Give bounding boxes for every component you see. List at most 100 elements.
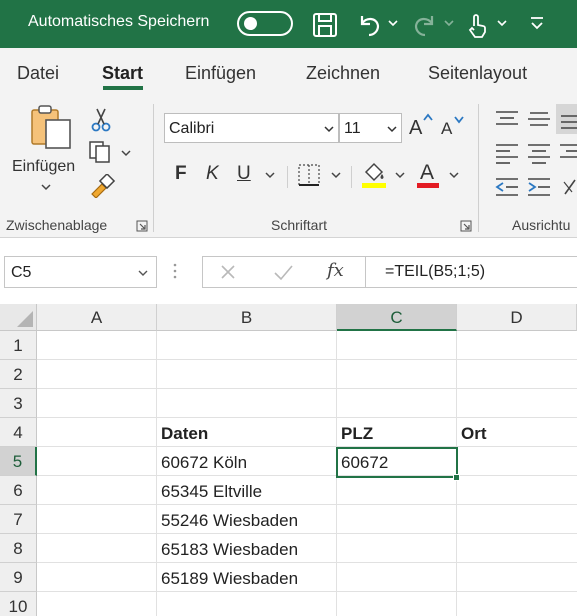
row-header-7[interactable]: 7	[0, 505, 37, 534]
font-size-select[interactable]: 11	[339, 113, 402, 143]
svg-text:A: A	[441, 119, 453, 138]
fill-color-dropdown-chevron-icon[interactable]	[394, 170, 406, 180]
formula-bar-separator	[365, 256, 366, 288]
name-box[interactable]: C5	[4, 256, 157, 288]
touch-mode-dropdown-chevron-icon[interactable]	[495, 16, 509, 30]
increase-font-size-icon[interactable]: A	[408, 112, 434, 138]
cell-b7[interactable]: 55246 Wiesbaden	[161, 511, 298, 531]
underline-dropdown-chevron-icon[interactable]	[264, 170, 276, 180]
column-header-d[interactable]: D	[457, 304, 577, 331]
tab-seitenlayout[interactable]: Seitenlayout	[428, 63, 527, 84]
clipboard-dialog-launcher-icon[interactable]	[136, 220, 148, 232]
align-bottom-button[interactable]	[556, 104, 577, 134]
cut-icon[interactable]	[90, 106, 112, 132]
format-painter-icon[interactable]	[88, 174, 116, 198]
gridline	[37, 591, 577, 592]
paste-dropdown-chevron-icon[interactable]	[40, 182, 52, 192]
svg-text:A: A	[409, 117, 423, 138]
confirm-entry-icon[interactable]	[272, 262, 294, 282]
cell-b5[interactable]: 60672 Köln	[161, 453, 247, 473]
select-all-triangle-icon	[17, 311, 33, 327]
align-top-icon[interactable]	[494, 108, 520, 130]
worksheet-grid: A B C D 1 2 3 4 5 6 7 8 9 10 Daten PLZ O…	[0, 304, 577, 616]
autosave-label: Automatisches Speichern	[28, 13, 210, 30]
row-header-10[interactable]: 10	[0, 592, 37, 616]
gridline	[37, 417, 577, 418]
orientation-icon[interactable]	[562, 176, 577, 198]
font-color-icon[interactable]: A	[414, 158, 442, 190]
align-right-icon[interactable]	[558, 142, 577, 164]
cell-b8[interactable]: 65183 Wiesbaden	[161, 540, 298, 560]
align-left-icon[interactable]	[494, 142, 520, 164]
insert-function-icon[interactable]: fx	[327, 260, 344, 281]
row-header-4[interactable]: 4	[0, 418, 37, 447]
paste-icon[interactable]	[26, 102, 74, 152]
row-header-3[interactable]: 3	[0, 389, 37, 418]
save-icon[interactable]	[312, 12, 338, 38]
undo-icon[interactable]	[356, 12, 382, 38]
gridline	[37, 533, 577, 534]
bold-button[interactable]: F	[175, 163, 187, 185]
column-header-c[interactable]: C	[337, 304, 457, 331]
copy-icon[interactable]	[88, 140, 114, 164]
row-header-2[interactable]: 2	[0, 360, 37, 389]
row-header-6[interactable]: 6	[0, 476, 37, 505]
ribbon-tabs: Datei Start Einfügen Zeichnen Seitenlayo…	[0, 48, 577, 96]
row-header-1[interactable]: 1	[0, 331, 37, 360]
autosave-toggle[interactable]	[237, 11, 293, 36]
tab-einfuegen[interactable]: Einfügen	[185, 63, 256, 84]
font-name-chevron-icon	[324, 126, 334, 133]
gridline	[37, 446, 577, 447]
formula-bar-resize-handle-icon[interactable]	[173, 260, 177, 282]
paste-button-label[interactable]: Einfügen	[12, 158, 75, 176]
cell-c4[interactable]: PLZ	[341, 424, 373, 444]
font-color-dropdown-chevron-icon[interactable]	[448, 170, 460, 180]
toggle-knob	[244, 17, 257, 30]
gridline	[37, 359, 577, 360]
decrease-font-size-icon[interactable]: A	[440, 114, 466, 138]
name-box-chevron-icon	[138, 270, 148, 276]
gridline	[37, 562, 577, 563]
copy-dropdown-chevron-icon[interactable]	[120, 148, 132, 158]
formula-input[interactable]: =TEIL(B5;1;5)	[385, 263, 485, 281]
title-bar: Automatisches Speichern	[0, 0, 577, 48]
column-header-a[interactable]: A	[37, 304, 157, 331]
redo-dropdown-chevron-icon[interactable]	[442, 16, 456, 30]
tab-start[interactable]: Start	[102, 63, 143, 84]
active-cell-border	[336, 447, 458, 478]
align-bottom-icon	[561, 115, 577, 129]
borders-icon[interactable]	[296, 162, 322, 188]
underline-button[interactable]: U	[237, 163, 251, 185]
cell-b9[interactable]: 65189 Wiesbaden	[161, 569, 298, 589]
tab-zeichnen[interactable]: Zeichnen	[306, 63, 380, 84]
row-header-8[interactable]: 8	[0, 534, 37, 563]
row-header-5[interactable]: 5	[0, 447, 37, 476]
italic-button[interactable]: K	[206, 163, 219, 185]
divider	[287, 166, 288, 188]
fill-handle[interactable]	[453, 474, 460, 481]
cell-d4[interactable]: Ort	[461, 424, 487, 444]
tab-datei[interactable]: Datei	[17, 63, 59, 84]
gridline	[156, 331, 157, 616]
font-size-value: 11	[344, 120, 361, 137]
cell-b6[interactable]: 65345 Eltville	[161, 482, 262, 502]
ribbon: Einfügen Zwischenablage Calibri 11 A A F…	[0, 96, 577, 238]
align-middle-icon[interactable]	[526, 108, 552, 130]
align-center-icon[interactable]	[526, 142, 552, 164]
cancel-entry-icon[interactable]	[218, 262, 238, 282]
fill-color-icon[interactable]	[360, 158, 388, 190]
undo-dropdown-chevron-icon[interactable]	[386, 16, 400, 30]
column-header-b[interactable]: B	[157, 304, 337, 331]
touch-mode-icon[interactable]	[466, 12, 488, 38]
formula-bar: C5 fx =TEIL(B5;1;5)	[0, 238, 577, 304]
customize-toolbar-icon[interactable]	[528, 14, 546, 34]
decrease-indent-icon[interactable]	[494, 176, 520, 198]
row-header-9[interactable]: 9	[0, 563, 37, 592]
font-name-select[interactable]: Calibri	[164, 113, 339, 143]
select-all-button[interactable]	[0, 304, 37, 331]
increase-indent-icon[interactable]	[526, 176, 552, 198]
cell-b4[interactable]: Daten	[161, 424, 208, 444]
font-dialog-launcher-icon[interactable]	[460, 220, 472, 232]
redo-icon[interactable]	[412, 12, 438, 38]
borders-dropdown-chevron-icon[interactable]	[330, 170, 342, 180]
